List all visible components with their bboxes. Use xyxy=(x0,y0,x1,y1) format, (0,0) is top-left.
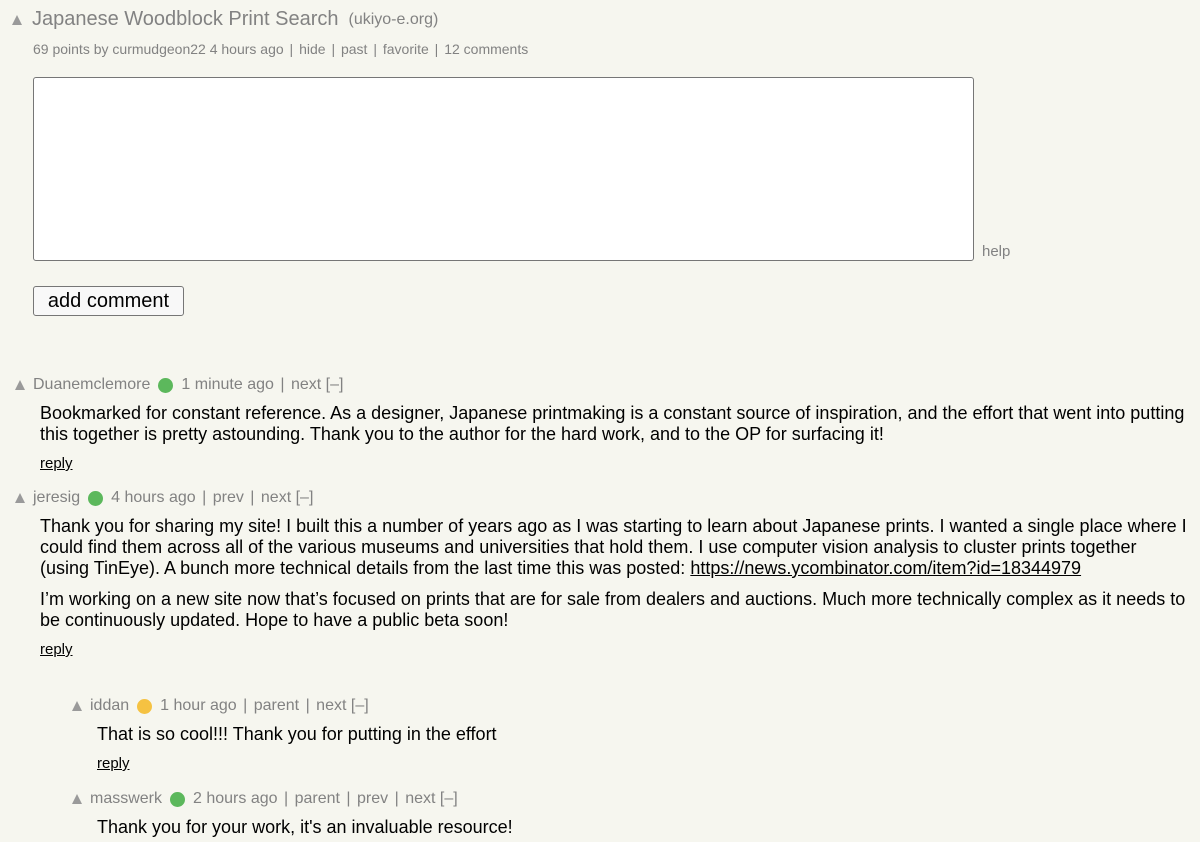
story-points: 69 points xyxy=(33,41,90,57)
story-title-link[interactable]: Japanese Woodblock Print Search xyxy=(32,8,338,31)
prev-link[interactable]: prev xyxy=(213,489,244,506)
comment-paragraph: Thank you for sharing my site! I built t… xyxy=(40,516,1190,579)
next-link[interactable]: next xyxy=(261,489,291,506)
hn-item-page: Japanese Woodblock Print Search (ukiyo-e… xyxy=(0,0,1200,842)
comment-age-link[interactable]: 4 hours ago xyxy=(111,489,196,506)
comment-meta: 2 hours ago | parent | prev | next [–] xyxy=(193,790,458,808)
past-link[interactable]: past xyxy=(341,41,367,57)
comment-user-link[interactable]: Duanemclemore xyxy=(33,376,150,394)
comment-header: masswerk 2 hours ago | parent | prev | n… xyxy=(72,790,1190,808)
next-link[interactable]: next xyxy=(405,790,435,807)
upvote-arrow-icon[interactable] xyxy=(72,701,82,711)
comment-header: iddan 1 hour ago | parent | next [–] xyxy=(72,697,1190,715)
comment-age-link[interactable]: 1 minute ago xyxy=(181,376,274,393)
comments-count-link[interactable]: 12 comments xyxy=(444,41,528,57)
add-comment-button[interactable]: add comment xyxy=(33,286,184,316)
separator: | xyxy=(250,489,255,506)
story-title-row: Japanese Woodblock Print Search (ukiyo-e… xyxy=(12,8,528,31)
online-status-dot-icon xyxy=(137,698,153,714)
upvote-arrow-icon[interactable] xyxy=(15,493,25,503)
next-link[interactable]: next xyxy=(291,376,321,393)
reply-link[interactable]: reply xyxy=(40,455,73,472)
collapse-toggle[interactable]: [–] xyxy=(440,790,458,807)
story-author-link[interactable]: curmudgeon22 xyxy=(112,41,205,57)
separator: | xyxy=(280,376,285,393)
separator: | xyxy=(243,697,248,714)
separator: | xyxy=(346,790,351,807)
favorite-link[interactable]: favorite xyxy=(383,41,429,57)
comment: jeresig 4 hours ago | prev | next [–] Th… xyxy=(15,489,1190,659)
reply-link[interactable]: reply xyxy=(97,755,130,772)
separator: | xyxy=(331,41,336,57)
comment: masswerk 2 hours ago | parent | prev | n… xyxy=(72,790,1190,842)
comment-textarea[interactable] xyxy=(33,77,974,261)
reply-link[interactable]: reply xyxy=(40,641,73,658)
comment-meta: 1 minute ago | next [–] xyxy=(181,376,343,394)
story-header: Japanese Woodblock Print Search (ukiyo-e… xyxy=(12,8,528,57)
story-age-link[interactable]: 4 hours ago xyxy=(210,41,284,57)
comment-text: Thank you for your work, it's an invalua… xyxy=(97,817,1190,838)
help-link[interactable]: help xyxy=(982,243,1010,260)
parent-link[interactable]: parent xyxy=(254,697,299,714)
comment-text: Bookmarked for constant reference. As a … xyxy=(40,403,1190,445)
comment-user-link[interactable]: iddan xyxy=(90,697,129,715)
comment: Duanemclemore 1 minute ago | next [–] Bo… xyxy=(15,376,1190,473)
comment-paragraph: That is so cool!!! Thank you for putting… xyxy=(97,724,497,744)
upvote-arrow-icon[interactable] xyxy=(15,380,25,390)
comment-text: That is so cool!!! Thank you for putting… xyxy=(97,724,1190,745)
separator: | xyxy=(202,489,207,506)
comment-header: jeresig 4 hours ago | prev | next [–] xyxy=(15,489,1190,507)
online-status-dot-icon xyxy=(158,377,174,393)
collapse-toggle[interactable]: [–] xyxy=(296,489,314,506)
prev-link[interactable]: prev xyxy=(357,790,388,807)
online-status-dot-icon xyxy=(88,490,104,506)
online-status-dot-icon xyxy=(170,791,186,807)
comment-user-link[interactable]: jeresig xyxy=(33,489,80,507)
separator: | xyxy=(373,41,377,57)
upvote-arrow-icon[interactable] xyxy=(72,794,82,804)
comment-header: Duanemclemore 1 minute ago | next [–] xyxy=(15,376,1190,394)
comment-paragraph: Thank you for your work, it's an invalua… xyxy=(97,817,513,837)
comment-paragraph: I’m working on a new site now that’s foc… xyxy=(40,589,1186,630)
comment-age-link[interactable]: 2 hours ago xyxy=(193,790,278,807)
comment-meta: 4 hours ago | prev | next [–] xyxy=(111,489,313,507)
separator: | xyxy=(289,41,294,57)
comment-meta: 1 hour ago | parent | next [–] xyxy=(160,697,369,715)
separator: | xyxy=(434,41,439,57)
story-subtext: 69 points by curmudgeon22 4 hours ago | … xyxy=(33,41,528,57)
story-domain[interactable]: (ukiyo-e.org) xyxy=(348,11,438,29)
separator: | xyxy=(283,790,289,807)
next-link[interactable]: next xyxy=(316,697,346,714)
separator: | xyxy=(394,790,399,807)
comment-text: Thank you for sharing my site! I built t… xyxy=(40,516,1190,631)
comment-paragraph: Bookmarked for constant reference. As a … xyxy=(40,403,1185,444)
collapse-toggle[interactable]: [–] xyxy=(326,376,344,393)
comment-user-link[interactable]: masswerk xyxy=(90,790,162,808)
collapse-toggle[interactable]: [–] xyxy=(351,697,369,714)
hn-item-link[interactable]: https://news.ycombinator.com/item?id=183… xyxy=(690,558,1081,578)
hide-link[interactable]: hide xyxy=(299,41,325,57)
comment-age-link[interactable]: 1 hour ago xyxy=(160,697,237,714)
separator: | xyxy=(305,697,310,714)
upvote-arrow-icon[interactable] xyxy=(12,14,22,25)
comment: iddan 1 hour ago | parent | next [–] Tha… xyxy=(72,697,1190,773)
parent-link[interactable]: parent xyxy=(295,790,340,807)
story-by-label: by xyxy=(93,41,109,57)
